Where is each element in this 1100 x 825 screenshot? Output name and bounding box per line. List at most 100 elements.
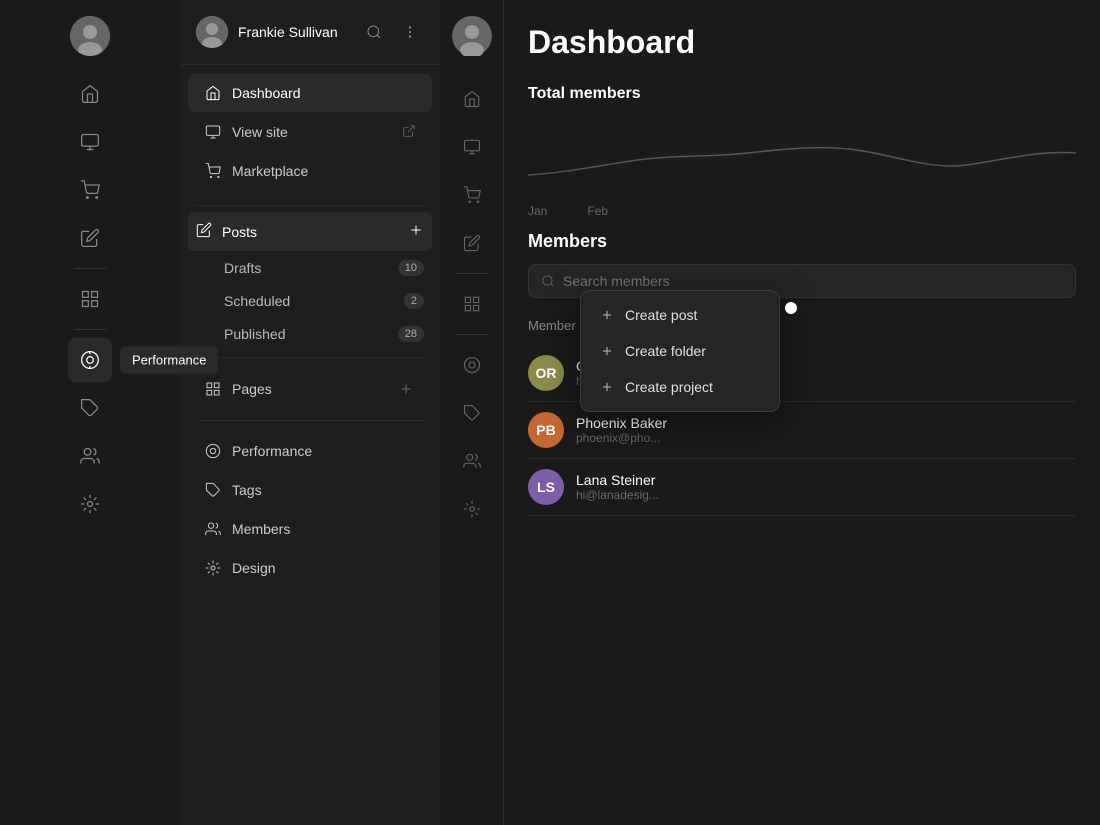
left-icon-sidebar: Performance [0, 0, 180, 825]
right-home-icon[interactable] [450, 77, 494, 121]
create-post-label: Create post [625, 307, 697, 323]
right-edit-icon[interactable] [450, 221, 494, 265]
nav-pages[interactable]: Pages [188, 369, 432, 409]
marketplace-label: Marketplace [232, 163, 416, 179]
member-row-3[interactable]: LS Lana Steiner hi@lanadesig... [528, 459, 1076, 516]
right-user-avatar[interactable] [452, 16, 492, 61]
create-folder-label: Create folder [625, 343, 706, 359]
nav-tags[interactable]: Tags [188, 471, 432, 509]
monitor-icon [204, 123, 222, 141]
performance-nav-icon [204, 442, 222, 460]
tags-icon [204, 481, 222, 499]
posts-icon [196, 222, 212, 241]
performance-label: Performance [232, 443, 416, 459]
user-avatar[interactable] [70, 16, 110, 56]
plus-icon-post [599, 307, 615, 323]
plus-icon-folder [599, 343, 615, 359]
right-design-icon[interactable] [450, 487, 494, 531]
published-count: 28 [398, 326, 424, 342]
posts-drafts[interactable]: Drafts 10 [188, 252, 432, 284]
scheduled-count: 2 [404, 293, 424, 309]
sidebar-tag-icon[interactable] [68, 386, 112, 430]
chart-labels: Jan Feb [528, 200, 1076, 218]
pages-add-icon[interactable] [396, 379, 416, 399]
total-members-section: Total members Jan Feb [528, 85, 1076, 215]
member-info-2: Phoenix Baker phoenix@pho... [576, 415, 1076, 445]
nav-design[interactable]: Design [188, 549, 432, 587]
member-name-2: Phoenix Baker [576, 415, 1076, 431]
sidebar-design-icon[interactable] [68, 482, 112, 526]
nav-divider-1 [196, 205, 424, 206]
member-avatar-2: PB [528, 412, 564, 448]
plus-icon-project [599, 379, 615, 395]
right-monitor-icon[interactable] [450, 125, 494, 169]
create-folder-item[interactable]: Create folder [587, 333, 773, 369]
member-avatar-3: LS [528, 469, 564, 505]
sidebar-divider-2 [74, 329, 106, 330]
drafts-label: Drafts [224, 260, 261, 276]
nav-dashboard[interactable]: Dashboard [188, 74, 432, 112]
external-link-icon [402, 124, 416, 141]
sidebar-edit-icon[interactable] [68, 216, 112, 260]
right-tag-icon[interactable] [450, 391, 494, 435]
right-cart-icon[interactable] [450, 173, 494, 217]
nav-header-icons [360, 18, 424, 46]
sidebar-cart-icon[interactable] [68, 168, 112, 212]
create-dropdown-menu: Create post Create folder Create project [580, 290, 780, 412]
nav-header-avatar [196, 16, 228, 48]
right-performance-icon[interactable] [450, 343, 494, 387]
create-project-item[interactable]: Create project [587, 369, 773, 405]
nav-marketplace[interactable]: Marketplace [188, 152, 432, 190]
nav-header: Frankie Sullivan [180, 0, 440, 65]
dashboard-content: Dashboard Total members Jan Feb Members [504, 0, 1100, 825]
sidebar-grid-icon[interactable] [68, 277, 112, 321]
right-grid-icon[interactable] [450, 282, 494, 326]
pages-label: Pages [232, 381, 386, 397]
chart-label-jan: Jan [528, 204, 547, 218]
tags-label: Tags [232, 482, 416, 498]
nav-divider-2 [196, 357, 424, 358]
nav-sidebar: Frankie Sullivan Dashboard [180, 0, 440, 825]
sidebar-performance-icon[interactable] [68, 338, 112, 382]
chart-label-feb: Feb [587, 204, 608, 218]
view-site-label: View site [232, 124, 392, 140]
total-members-label: Total members [528, 85, 1076, 103]
member-email-2: phoenix@pho... [576, 431, 1076, 445]
design-nav-icon [204, 559, 222, 577]
nav-view-site[interactable]: View site [188, 113, 432, 151]
sidebar-members-icon[interactable] [68, 434, 112, 478]
member-avatar-1: OR [528, 355, 564, 391]
more-options-btn[interactable] [396, 18, 424, 46]
published-label: Published [224, 326, 286, 342]
member-name-3: Lana Steiner [576, 472, 1076, 488]
posts-scheduled[interactable]: Scheduled 2 [188, 285, 432, 317]
sidebar-divider-1 [74, 268, 106, 269]
members-section-title: Members [528, 231, 1076, 252]
members-nav-icon [204, 520, 222, 538]
members-label: Members [232, 521, 416, 537]
drafts-count: 10 [398, 260, 424, 276]
search-icon-btn[interactable] [360, 18, 388, 46]
design-label: Design [232, 560, 416, 576]
nav-divider-3 [196, 420, 424, 421]
right-members-icon[interactable] [450, 439, 494, 483]
members-chart: Jan Feb [528, 115, 1076, 215]
dashboard-title: Dashboard [528, 24, 1076, 61]
nav-members[interactable]: Members [188, 510, 432, 548]
nav-header-left: Frankie Sullivan [196, 16, 338, 48]
right-panel: Dashboard Total members Jan Feb Members [440, 0, 1100, 825]
dashboard-label: Dashboard [232, 85, 416, 101]
create-post-item[interactable]: Create post [587, 297, 773, 333]
posts-header[interactable]: Posts [188, 212, 432, 251]
search-members-icon [541, 274, 555, 288]
posts-add-icon[interactable] [408, 222, 424, 241]
home-icon [204, 84, 222, 102]
search-members-input[interactable] [563, 273, 1063, 289]
sidebar-monitor-icon[interactable] [68, 120, 112, 164]
sidebar-home-icon[interactable] [68, 72, 112, 116]
nav-performance[interactable]: Performance [188, 432, 432, 470]
member-column-label: Member [528, 318, 576, 333]
posts-published[interactable]: Published 28 [188, 318, 432, 350]
create-project-label: Create project [625, 379, 713, 395]
member-info-3: Lana Steiner hi@lanadesig... [576, 472, 1076, 502]
